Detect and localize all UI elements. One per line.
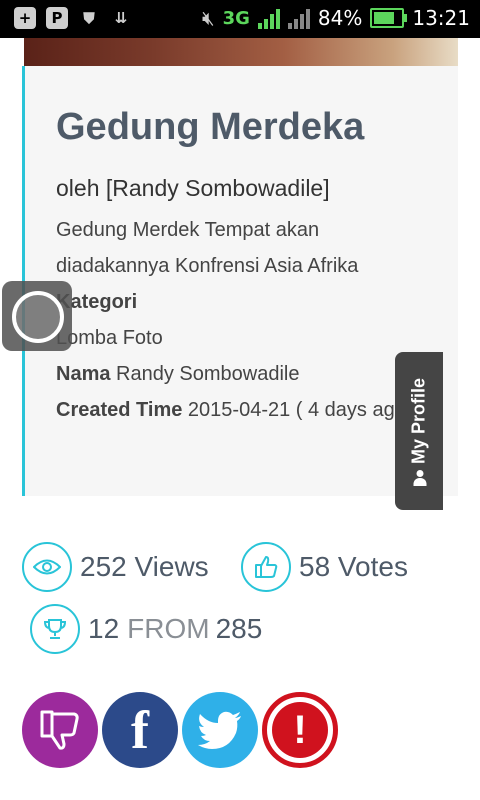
trophy-icon xyxy=(30,604,80,654)
status-right: 🔇︎ 3G 84% 13:21 xyxy=(202,6,470,30)
status-left-icons: + P ⛊ ⇊ xyxy=(14,7,132,29)
meta-created-value: 2015-04-21 ( 4 days ago ) xyxy=(187,399,419,421)
rank-from-label: FROM xyxy=(127,613,210,644)
meta-nama-value: Randy Sombowadile xyxy=(116,363,300,385)
eye-icon xyxy=(22,542,72,592)
assist-ring-icon xyxy=(12,291,64,343)
battery-percent: 84% xyxy=(317,6,363,30)
battery-icon xyxy=(370,8,408,28)
facebook-share-button[interactable]: f xyxy=(102,692,178,768)
add-icon: + xyxy=(14,7,36,29)
meta-nama-label: Nama xyxy=(56,363,111,385)
p-icon: P xyxy=(46,7,68,29)
clock: 13:21 xyxy=(412,6,470,30)
my-profile-label: My Profile xyxy=(408,377,429,465)
views-count: 252 Views xyxy=(80,551,209,582)
thumbs-up-icon[interactable] xyxy=(241,542,291,592)
votes-stat: 58 Votes xyxy=(241,542,408,592)
meta-kategori-value: Lomba Foto xyxy=(56,327,163,349)
rank-total: 285 xyxy=(215,613,263,644)
my-profile-content: My Profile xyxy=(409,378,430,484)
signal-2-icon xyxy=(287,7,310,29)
post-description: Gedung Merdek Tempat akan diadakannya Ko… xyxy=(56,219,359,277)
alert-icon: ! xyxy=(272,702,328,758)
post-author: oleh [Randy Sombowadile] xyxy=(56,175,330,201)
network-label: 3G xyxy=(222,7,250,29)
signal-icon xyxy=(257,7,280,29)
my-profile-tab[interactable]: My Profile xyxy=(395,352,443,510)
post-photo[interactable] xyxy=(24,38,458,66)
floating-assist-button[interactable] xyxy=(2,281,72,351)
meta-nama: Nama Randy Sombowadile xyxy=(56,356,428,392)
rank-stat: 12 FROM 285 xyxy=(30,604,262,654)
meta-created: Created Time 2015-04-21 ( 4 days ago ) xyxy=(56,392,428,428)
meta-created-label: Created Time xyxy=(56,399,183,421)
votes-count: 58 Votes xyxy=(299,551,408,582)
status-bar: + P ⛊ ⇊ 🔇︎ 3G 84% 13:21 xyxy=(0,0,480,38)
shield-icon: ⛊ xyxy=(83,9,95,27)
post-card: Gedung Merdeka oleh [Randy Sombowadile] … xyxy=(22,66,458,496)
dislike-button[interactable] xyxy=(22,692,98,768)
facebook-icon: f xyxy=(131,700,149,760)
thumbs-down-icon xyxy=(40,710,79,750)
twitter-share-button[interactable] xyxy=(182,692,258,768)
user-icon xyxy=(413,470,425,486)
report-button[interactable]: ! xyxy=(262,692,338,768)
mute-icon: 🔇︎ xyxy=(201,6,215,30)
download-icon: ⇊ xyxy=(114,9,128,27)
post-title: Gedung Merdeka xyxy=(56,106,365,148)
views-stat: 252 Views xyxy=(22,542,209,592)
twitter-bird-icon xyxy=(198,711,241,749)
meta-kategori-label: Kategori xyxy=(56,291,138,313)
rank-number: 12 xyxy=(88,613,120,644)
